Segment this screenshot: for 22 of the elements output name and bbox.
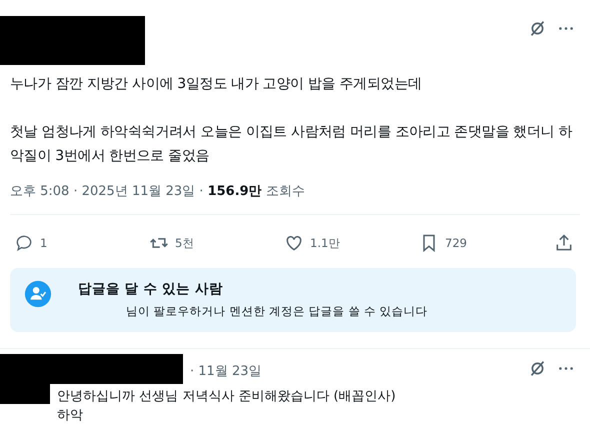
view-count: 156.9만: [208, 184, 262, 199]
grok-icon[interactable]: [529, 20, 546, 37]
reply-icon[interactable]: [14, 233, 34, 253]
notice-title: 답글을 달 수 있는 사람: [78, 280, 224, 298]
post-text: 첫날 엄청나게 하악쉭쉭거려서 오늘은 이집트 사람처럼 머리를 조아리고 존댓말을 했더니 하악질이 3번에서 한번으로 줄었음: [10, 123, 574, 166]
reply-date[interactable]: · 11월 23일: [190, 362, 262, 380]
share-icon[interactable]: [554, 233, 574, 253]
more-icon[interactable]: [558, 26, 574, 31]
more-icon[interactable]: [558, 366, 574, 370]
reply-text: 하악: [57, 407, 84, 425]
heart-icon[interactable]: [284, 233, 304, 253]
count-label: 1.1만: [310, 236, 340, 250]
count-label: 5천: [175, 236, 194, 250]
person-check-icon: [24, 280, 52, 308]
post-text: 누나가 잠깐 지방간 사이에 3일정도 내가 고양이 밥을 주게되었는데: [10, 75, 423, 94]
count-label: 729: [445, 236, 467, 250]
views-label: 조회수: [264, 184, 305, 199]
reply-text: 안녕하십니까 선생님 저녁식사 준비해왔습니다 (배꼽인사): [57, 388, 397, 406]
grok-icon[interactable]: [529, 360, 546, 376]
notice-text: 님이 팔로우하거나 멘션한 계정은 답글을 쓸 수 있습니다: [126, 304, 428, 319]
count-label: 1: [40, 236, 48, 250]
post-timestamp[interactable]: 오후 5:08 · 2025년 11월 23일 ·: [10, 184, 208, 199]
